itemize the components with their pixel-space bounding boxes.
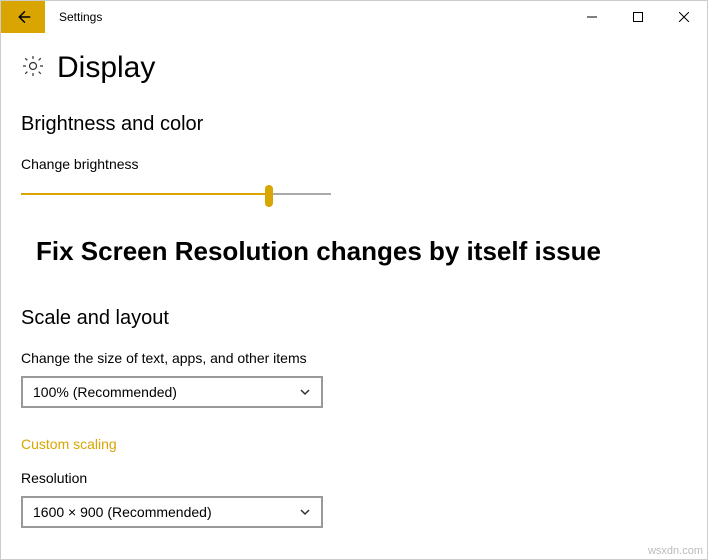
minimize-button[interactable] <box>569 1 615 33</box>
slider-track-filled <box>21 193 269 195</box>
arrow-left-icon <box>14 8 32 26</box>
custom-scaling-link[interactable]: Custom scaling <box>21 436 117 452</box>
text-size-value: 100% (Recommended) <box>33 384 177 400</box>
gear-icon <box>21 54 45 83</box>
chevron-down-icon <box>299 506 311 518</box>
brightness-label: Change brightness <box>21 156 687 172</box>
overlay-caption: Fix Screen Resolution changes by itself … <box>36 236 687 267</box>
close-icon <box>679 12 689 22</box>
resolution-block: Resolution 1600 × 900 (Recommended) <box>21 470 687 528</box>
content-area: Display Brightness and color Change brig… <box>1 33 707 528</box>
slider-thumb[interactable] <box>265 185 273 207</box>
scale-heading: Scale and layout <box>21 307 687 330</box>
brightness-slider[interactable] <box>21 182 331 206</box>
maximize-icon <box>633 12 643 22</box>
chevron-down-icon <box>299 386 311 398</box>
brightness-block: Change brightness <box>21 156 687 206</box>
resolution-label: Resolution <box>21 470 687 486</box>
close-button[interactable] <box>661 1 707 33</box>
text-size-label: Change the size of text, apps, and other… <box>21 350 687 366</box>
titlebar: Settings <box>1 1 707 33</box>
minimize-icon <box>587 12 597 22</box>
window-controls <box>569 1 707 33</box>
page-title: Display <box>57 51 155 85</box>
maximize-button[interactable] <box>615 1 661 33</box>
window-title: Settings <box>45 10 569 24</box>
text-size-dropdown[interactable]: 100% (Recommended) <box>21 376 323 408</box>
brightness-heading: Brightness and color <box>21 113 687 136</box>
page-header: Display <box>21 51 687 85</box>
back-button[interactable] <box>1 1 45 33</box>
resolution-value: 1600 × 900 (Recommended) <box>33 504 212 520</box>
slider-track-empty <box>269 193 331 195</box>
watermark: wsxdn.com <box>648 545 703 557</box>
text-size-block: Change the size of text, apps, and other… <box>21 350 687 408</box>
resolution-dropdown[interactable]: 1600 × 900 (Recommended) <box>21 496 323 528</box>
